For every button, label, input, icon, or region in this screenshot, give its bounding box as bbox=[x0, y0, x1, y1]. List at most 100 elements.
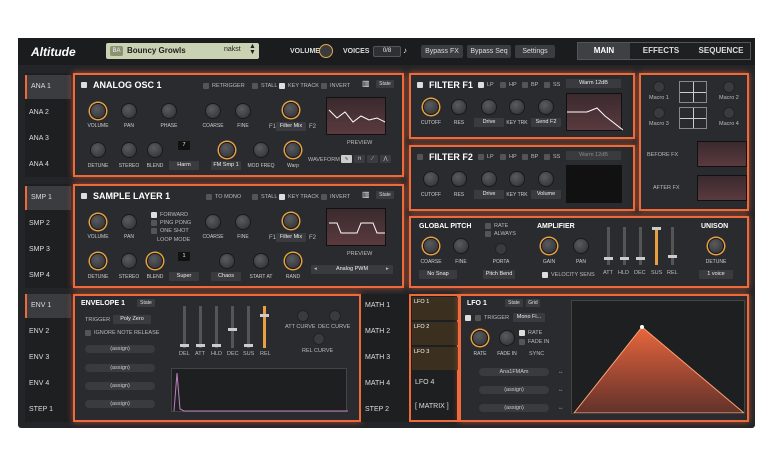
f2-hp-checkbox[interactable] bbox=[500, 154, 506, 160]
bypass-fx-button[interactable]: Bypass FX bbox=[421, 45, 463, 58]
tab-sequence[interactable]: SEQUENCE bbox=[692, 43, 750, 59]
bars-icon[interactable]: ▥ bbox=[362, 79, 370, 88]
ignore-release-checkbox[interactable] bbox=[85, 330, 91, 336]
osc-fm-display[interactable]: FM Smp 1 bbox=[211, 161, 241, 170]
tab-matrix[interactable]: [ MATRIX ] bbox=[411, 396, 457, 418]
smp-filter-mix-knob[interactable] bbox=[283, 213, 299, 229]
smp-chaos-display[interactable]: Chaos bbox=[211, 272, 241, 281]
tab-smp-2[interactable]: SMP 2 bbox=[25, 212, 71, 236]
macro-xy-pad-top[interactable] bbox=[679, 81, 707, 103]
lfo-grid-button[interactable]: Grid bbox=[526, 299, 540, 307]
tomono-checkbox[interactable] bbox=[206, 194, 212, 200]
tab-ana-2[interactable]: ANA 2 bbox=[25, 101, 71, 125]
env-del-slider[interactable] bbox=[180, 306, 189, 348]
tab-env-1[interactable]: ENV 1 bbox=[25, 294, 71, 318]
keytrack-checkbox[interactable] bbox=[279, 83, 285, 89]
macro-4-knob[interactable] bbox=[723, 107, 735, 119]
env-trigger-display[interactable]: Poly Zero bbox=[113, 315, 151, 324]
osc-stereo-knob[interactable] bbox=[121, 142, 137, 158]
lfo-state-button[interactable]: State bbox=[505, 299, 523, 307]
f2-res-knob[interactable] bbox=[451, 171, 467, 187]
amp-vel-checkbox[interactable] bbox=[542, 272, 548, 278]
osc-coarse-knob[interactable] bbox=[205, 103, 221, 119]
lfo-shape-editor[interactable] bbox=[571, 300, 745, 414]
env-graph[interactable] bbox=[171, 368, 348, 412]
wave-sine-icon[interactable]: ∿ bbox=[341, 155, 352, 163]
smp-enable-checkbox[interactable] bbox=[81, 193, 87, 199]
f2-keytrk-knob[interactable] bbox=[509, 171, 525, 187]
tab-effects[interactable]: EFFECTS bbox=[632, 43, 690, 59]
tab-smp-4[interactable]: SMP 4 bbox=[25, 264, 71, 288]
tab-lfo-3[interactable]: LFO 3 bbox=[412, 347, 458, 370]
amp-gain-knob[interactable] bbox=[541, 238, 557, 254]
osc-warp-knob[interactable] bbox=[285, 142, 301, 158]
stall-checkbox[interactable] bbox=[252, 83, 258, 89]
lfo-fadein-checkbox[interactable] bbox=[519, 339, 525, 345]
smp-detune-knob[interactable] bbox=[90, 253, 106, 269]
lfo-rate-checkbox[interactable] bbox=[519, 330, 525, 336]
env-att-slider[interactable] bbox=[196, 306, 205, 348]
smp-keytrack-checkbox[interactable] bbox=[279, 194, 285, 200]
lfo-assign-2[interactable]: (assign) bbox=[479, 404, 549, 412]
f2-type-display[interactable]: Warm 12dB bbox=[566, 151, 621, 160]
lfo-enable-checkbox[interactable] bbox=[465, 315, 471, 321]
f1-res-knob[interactable] bbox=[451, 99, 467, 115]
env-sus-slider[interactable] bbox=[244, 306, 253, 348]
amp-att-slider[interactable] bbox=[604, 227, 613, 265]
f1-cutoff-knob[interactable] bbox=[423, 99, 439, 115]
lfo-target-display[interactable]: Ana1FMAm bbox=[479, 368, 549, 376]
osc-state-button[interactable]: State bbox=[376, 80, 394, 88]
tab-lfo-2[interactable]: LFO 2 bbox=[412, 322, 458, 345]
smp-super-value[interactable]: 1 bbox=[178, 252, 190, 261]
env-state-button[interactable]: State bbox=[137, 299, 155, 307]
tab-smp-3[interactable]: SMP 3 bbox=[25, 238, 71, 262]
lfo-assign-1[interactable]: (assign) bbox=[479, 386, 549, 394]
tab-env-2[interactable]: ENV 2 bbox=[25, 320, 71, 344]
macro-3-knob[interactable] bbox=[653, 107, 665, 119]
f1-hp-checkbox[interactable] bbox=[500, 82, 506, 88]
osc-filter-mix-display[interactable]: Filter Mix bbox=[276, 122, 306, 131]
smp-filter-mix-display[interactable]: Filter Mix bbox=[276, 233, 306, 242]
loop-pingpong-checkbox[interactable] bbox=[151, 220, 157, 226]
tab-lfo-4[interactable]: LFO 4 bbox=[411, 372, 457, 394]
osc-pan-knob[interactable] bbox=[121, 103, 137, 119]
osc-volume-knob[interactable] bbox=[90, 103, 106, 119]
pitch-bend-display[interactable]: Pitch Bend bbox=[483, 270, 515, 279]
tab-ana-4[interactable]: ANA 4 bbox=[25, 153, 71, 177]
f2-bp-checkbox[interactable] bbox=[522, 154, 528, 160]
f1-lp-checkbox[interactable] bbox=[478, 82, 484, 88]
unison-detune-knob[interactable] bbox=[708, 238, 724, 254]
lfo-trigger-display[interactable]: Mono Fi... bbox=[513, 313, 545, 322]
f1-enable-checkbox[interactable] bbox=[417, 82, 423, 88]
amp-sus-slider[interactable] bbox=[652, 227, 661, 265]
osc-modfreq-knob[interactable] bbox=[253, 142, 269, 158]
smp-startat-knob[interactable] bbox=[253, 253, 269, 269]
wave-saw-icon[interactable]: ⟋ bbox=[367, 155, 378, 163]
osc-enable-checkbox[interactable] bbox=[81, 82, 87, 88]
pitch-fine-knob[interactable] bbox=[453, 238, 469, 254]
wave-triangle-icon[interactable]: ⋀ bbox=[380, 155, 391, 163]
env-hld-slider[interactable] bbox=[212, 306, 221, 348]
f2-drive-knob[interactable] bbox=[481, 171, 497, 187]
tab-main[interactable]: MAIN bbox=[578, 43, 630, 59]
f2-ss-checkbox[interactable] bbox=[544, 154, 550, 160]
env-rel-curve-knob[interactable] bbox=[313, 333, 325, 345]
f2-volume-knob[interactable] bbox=[538, 171, 554, 187]
lfo-trigger-checkbox[interactable] bbox=[475, 315, 481, 321]
tab-smp-1[interactable]: SMP 1 bbox=[25, 186, 71, 210]
amp-hld-slider[interactable] bbox=[620, 227, 629, 265]
pitch-always-checkbox[interactable] bbox=[485, 231, 491, 237]
sample-next-icon[interactable]: ▸ bbox=[386, 266, 389, 272]
smp-fine-knob[interactable] bbox=[235, 214, 251, 230]
f1-send-display[interactable]: Send F2 bbox=[531, 118, 561, 127]
unison-voices-display[interactable]: 1 voice bbox=[699, 270, 733, 279]
f1-type-display[interactable]: Warm 12dB bbox=[566, 79, 621, 88]
f2-lp-checkbox[interactable] bbox=[478, 154, 484, 160]
loop-oneshot-checkbox[interactable] bbox=[151, 228, 157, 234]
osc-filter-mix-knob[interactable] bbox=[283, 102, 299, 118]
pitch-porta-knob[interactable] bbox=[495, 243, 507, 255]
osc-harm-display[interactable]: Harm bbox=[169, 161, 199, 170]
smp-invert-checkbox[interactable] bbox=[321, 194, 327, 200]
settings-button[interactable]: Settings bbox=[515, 45, 555, 58]
tab-math-3[interactable]: MATH 3 bbox=[361, 346, 407, 370]
